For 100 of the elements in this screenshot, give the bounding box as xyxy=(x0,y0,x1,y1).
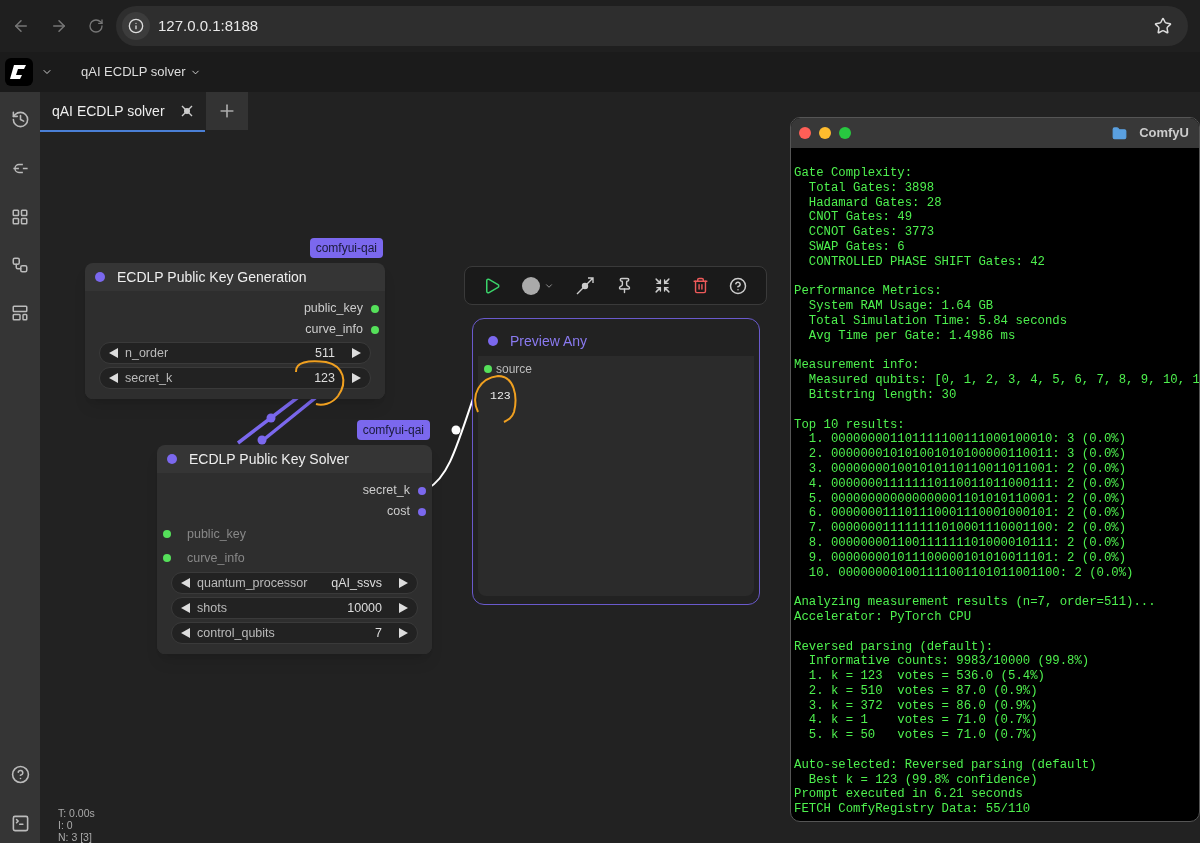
bookmark-star-icon[interactable] xyxy=(1154,17,1172,35)
terminal-line: Gate Complexity: xyxy=(794,166,913,181)
folder-icon xyxy=(1112,125,1128,141)
terminal-line: CONTROLLED PHASE SHIFT Gates: 42 xyxy=(807,254,1045,270)
site-info-icon xyxy=(122,12,150,40)
app-logo[interactable] xyxy=(5,58,33,86)
widget-label: n_order xyxy=(125,344,169,362)
terminal-line: 1. k = 123 votes = 536.0 (5.4%) xyxy=(807,669,1045,684)
output-label: curve_info xyxy=(305,321,363,339)
terminal-line: Total Simulation Time: 5.84 seconds xyxy=(807,313,1068,329)
workflows-icon[interactable] xyxy=(11,256,29,274)
decrement-arrow-icon xyxy=(108,372,119,384)
output-label: secret_k xyxy=(362,482,410,500)
widget-value: 123 xyxy=(314,369,335,387)
terminal-line: CCNOT Gates: 3773 xyxy=(807,225,935,240)
number-widget[interactable]: secret_k 123 xyxy=(99,367,371,389)
terminal-line: 8. 000000001100111111101000010111: 2 (0.0%) xyxy=(807,535,1127,551)
bypass-icon[interactable] xyxy=(575,275,596,296)
widget-value: 7 xyxy=(375,624,382,642)
decrement-arrow-icon xyxy=(180,627,191,639)
preview-text: 123 xyxy=(489,388,512,404)
zoom-window-button[interactable] xyxy=(839,127,851,139)
minimize-window-button[interactable] xyxy=(819,127,831,139)
output-label: public_key xyxy=(303,300,363,318)
increment-arrow-icon xyxy=(398,577,409,589)
terminal-line: 4. 000000011111110110011011000111: 2 (0.0%) xyxy=(807,476,1127,492)
address-bar[interactable]: 127.0.0.1:8188 xyxy=(116,6,1188,46)
terminal-line: Top 10 results: xyxy=(794,417,905,433)
node-badge: comfyui-qai xyxy=(309,238,383,258)
history-icon[interactable] xyxy=(10,110,30,129)
close-tab-icon[interactable] xyxy=(180,105,193,117)
widget-value: 10000 xyxy=(347,599,382,617)
terminal-line: 7. 000000011111111010001110001100: 2 (0.0%) xyxy=(807,521,1127,536)
terminal-line: Total Gates: 3898 xyxy=(807,180,935,196)
increment-arrow-icon xyxy=(351,372,362,384)
terminal-line: System RAM Usage: 1.64 GB xyxy=(807,299,994,314)
terminal-line: Hadamard Gates: 28 xyxy=(807,195,942,211)
number-widget[interactable]: n_order 511 xyxy=(99,342,371,364)
widget-label: shots xyxy=(197,599,227,617)
terminal-line: 2. 000000010101001010100000110011: 3 (0.0%) xyxy=(807,447,1127,462)
workflow-menu[interactable]: qAI ECDLP solver xyxy=(81,62,201,82)
terminal-line: CNOT Gates: 49 xyxy=(807,210,913,226)
color-swatch xyxy=(522,276,541,295)
input-label: curve_info xyxy=(187,549,245,567)
forward-icon[interactable] xyxy=(50,17,68,35)
close-window-button[interactable] xyxy=(799,127,811,139)
terminal-line: Auto-selected: Reversed parsing (default) xyxy=(794,757,1097,773)
node-title: ECDLP Public Key Solver xyxy=(189,449,350,469)
new-tab-button[interactable] xyxy=(205,92,248,130)
terminal-line: 6. 000000011101110001110001000101: 2 (0.0%) xyxy=(807,506,1127,522)
reload-icon[interactable] xyxy=(88,18,104,34)
terminal-line: Analyzing measurement results (n=7, order=511)... xyxy=(794,595,1156,610)
terminal-icon[interactable] xyxy=(10,814,30,833)
terminal-line: FETCH ComfyRegistry Data: 55/110 xyxy=(794,802,1031,818)
canvas-stat: N: 3 [3] xyxy=(58,831,93,843)
model-library-icon[interactable] xyxy=(11,208,29,226)
canvas-stat: T: 0.00s xyxy=(58,807,95,819)
delete-icon[interactable] xyxy=(691,277,709,294)
widget-label: secret_k xyxy=(125,369,173,387)
number-widget[interactable]: shots 10000 xyxy=(171,597,418,619)
number-widget[interactable]: control_qubits 7 xyxy=(171,622,418,644)
color-picker[interactable] xyxy=(522,276,555,295)
terminal-line: Informative counts: 9983/10000 (99.8%) xyxy=(807,654,1090,670)
terminal-line: 5. 000000000000000001101010110001: 2 (0.0%) xyxy=(807,491,1127,507)
terminal-line: Reversed parsing (default): xyxy=(794,639,994,655)
widget-value: qAI_ssvs xyxy=(331,574,382,592)
terminal-line: 10. 000000001001111001101011001100: 2 (0.0%) xyxy=(807,565,1134,581)
help-icon[interactable] xyxy=(729,276,748,295)
terminal-line: Measured qubits: [0, 1, 2, 3, 4, 5, 6, 7, 8, 9, 10, 1 xyxy=(807,373,1199,388)
node-title: Preview Any xyxy=(510,331,588,351)
back-icon[interactable] xyxy=(12,17,30,35)
number-widget[interactable]: quantum_processor qAI_ssvs xyxy=(171,572,418,594)
increment-arrow-icon xyxy=(398,627,409,639)
output-label: cost xyxy=(387,503,410,521)
input-label: source xyxy=(496,361,533,378)
node-badge: comfyui-qai xyxy=(356,420,430,440)
increment-arrow-icon xyxy=(398,602,409,614)
terminal-line: Best k = 123 (99.8% confidence) xyxy=(807,772,1038,788)
widget-label: quantum_processor xyxy=(197,574,308,592)
terminal-line: Bitstring length: 30 xyxy=(807,387,957,403)
collapse-icon[interactable] xyxy=(653,277,671,294)
decrement-arrow-icon xyxy=(180,577,191,589)
terminal-line: 1. 000000001101111100111000100010: 3 (0.0%) xyxy=(807,432,1127,448)
input-label: public_key xyxy=(187,525,247,543)
help-icon[interactable] xyxy=(10,765,30,784)
terminal-line: Performance Metrics: xyxy=(794,284,942,300)
widget-label: control_qubits xyxy=(197,624,275,642)
terminal-line: 2. k = 510 votes = 87.0 (0.9%) xyxy=(807,683,1038,699)
canvas-stat: I: 0 xyxy=(58,819,74,831)
node-title: ECDLP Public Key Generation xyxy=(117,267,307,287)
terminal-line: Prompt executed in 6.21 seconds xyxy=(794,787,1023,803)
url-text: 127.0.0.1:8188 xyxy=(158,15,259,36)
templates-icon[interactable] xyxy=(11,304,29,322)
run-icon[interactable] xyxy=(483,276,502,295)
window-title: ComfyU xyxy=(1139,124,1189,143)
decrement-arrow-icon xyxy=(108,347,119,359)
terminal-line: 4. k = 1 votes = 71.0 (0.7%) xyxy=(807,713,1038,729)
terminal-line: 9. 000000001011100000101010011101: 2 (0.0%) xyxy=(807,550,1127,566)
increment-arrow-icon xyxy=(351,347,362,359)
terminal-line: Accelerator: PyTorch CPU xyxy=(794,609,972,625)
